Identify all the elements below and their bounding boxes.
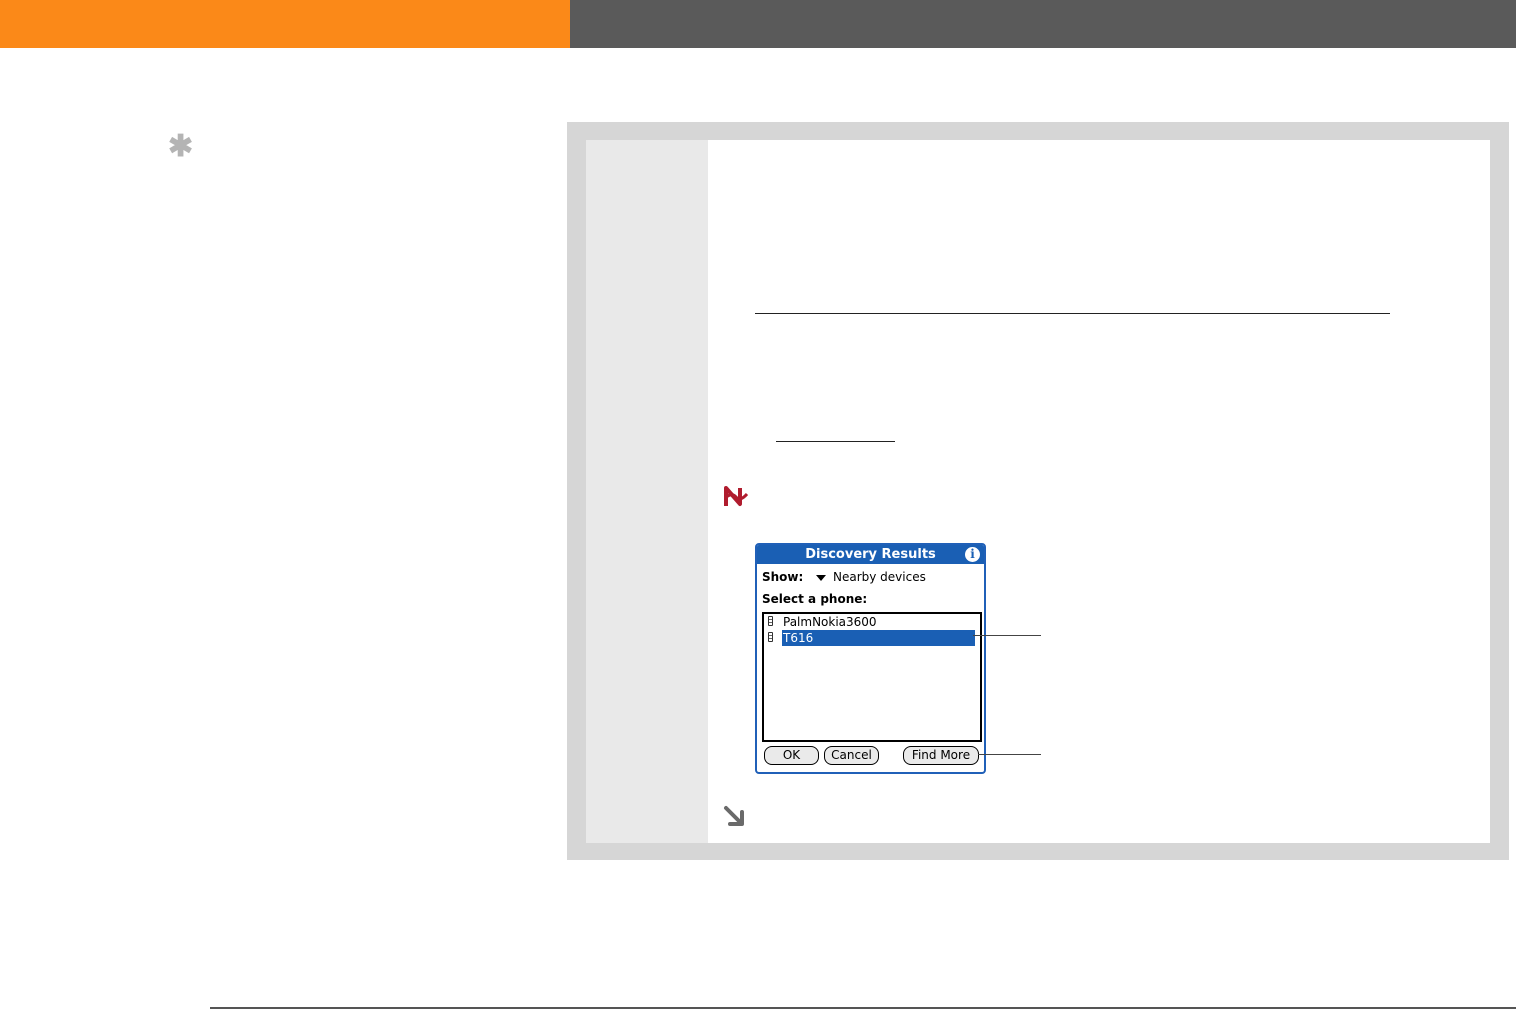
callout-line-find-more [978,754,1041,755]
phone-list[interactable]: PalmNokia3600 T616 [762,612,982,742]
show-dropdown[interactable]: Nearby devices [833,570,926,584]
find-more-button[interactable]: Find More [903,746,979,765]
header-bar-orange [0,0,570,48]
list-item[interactable]: PalmNokia3600 [764,614,978,630]
arrow-down-right-icon[interactable] [722,804,748,830]
triangle-down-icon[interactable] [816,575,826,581]
header-bar-gray [570,0,1516,48]
step-number-column [586,140,708,843]
select-phone-label: Select a phone: [762,592,868,606]
ok-button[interactable]: OK [764,746,819,765]
asterisk-icon: ✱ [168,130,194,163]
show-label: Show: [762,570,804,584]
info-icon[interactable]: i [965,547,980,562]
callout-line-selected-phone [973,635,1041,636]
link-underline[interactable] [776,441,895,442]
divider-line [755,313,1390,314]
list-item-selected[interactable]: T616 [764,630,978,646]
discovery-results-dialog: Discovery Results i Show: Nearby devices… [755,543,986,774]
note-icon [722,484,750,510]
phone-icon [768,632,773,642]
dialog-title: Discovery Results [805,547,936,562]
cancel-button[interactable]: Cancel [824,746,879,765]
phone-icon [768,616,773,626]
phone-name: PalmNokia3600 [783,615,877,629]
footer-rule [210,1007,1516,1009]
phone-name: T616 [783,631,814,645]
